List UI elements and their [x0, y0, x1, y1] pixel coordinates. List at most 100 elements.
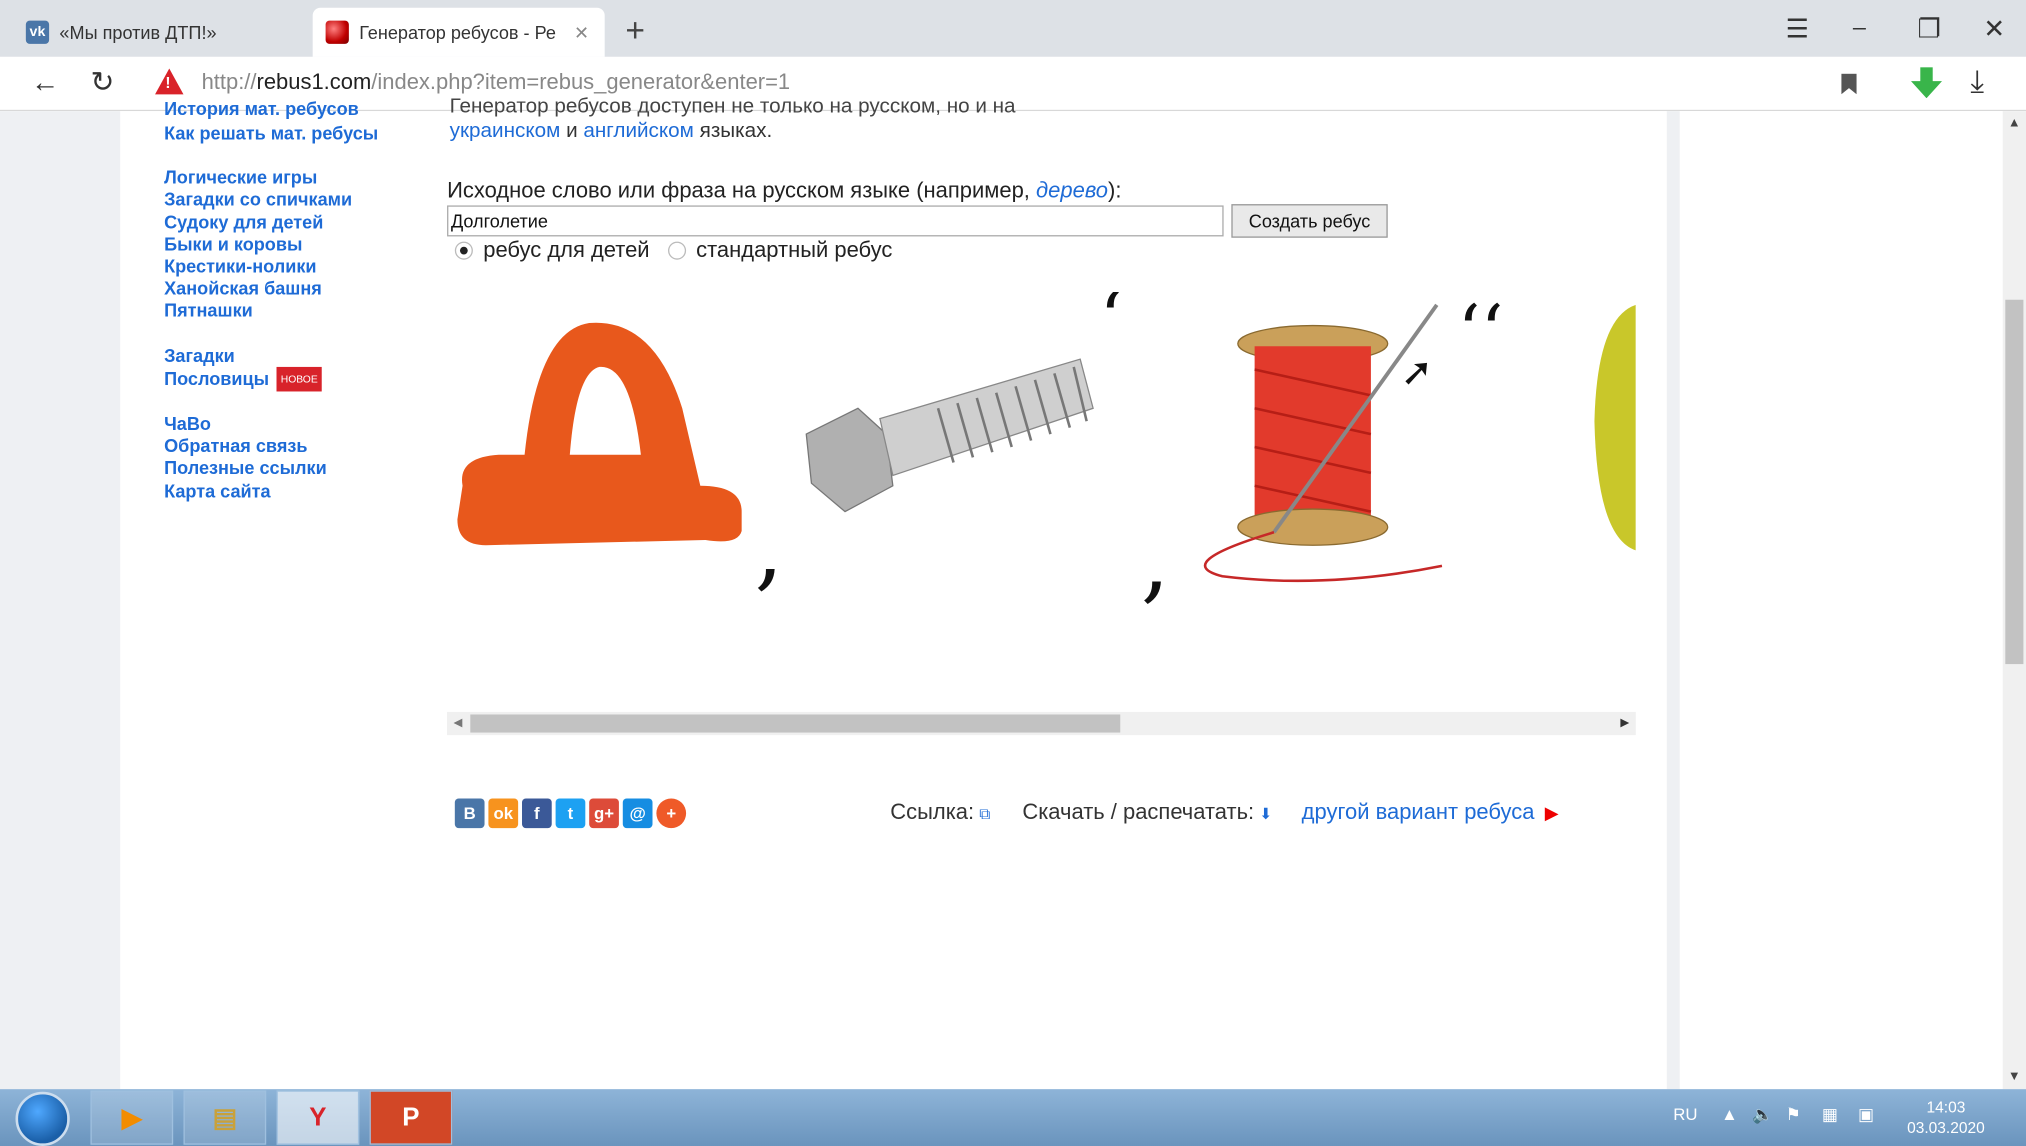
link-ukrainian[interactable]: украинском	[450, 120, 561, 142]
rebus-type-radios: ребус для детей стандартный ребус	[454, 238, 892, 264]
tab-my-protiv-dtp[interactable]: vk «Мы против ДТП!»	[13, 8, 308, 57]
sidebar-item-fifteen[interactable]: Пятнашки	[164, 300, 435, 322]
url-path: /index.php?item=rebus_generator&enter=1	[371, 69, 791, 95]
tab-label: «Мы против ДТП!»	[59, 21, 217, 43]
tab-rebus-generator[interactable]: Генератор ребусов - Ре ✕	[312, 7, 605, 57]
social-share-buttons: B ok f t g+ @ +	[454, 798, 687, 829]
language-indicator[interactable]: RU	[1673, 1105, 1697, 1124]
sidebar-item-logic-games[interactable]: Логические игры	[164, 167, 435, 189]
download-manager-icon[interactable]	[1911, 67, 1943, 99]
mail-share-icon[interactable]: @	[622, 798, 653, 829]
reversed-comma-1: ‘	[1100, 292, 1123, 362]
scroll-right-arrow[interactable]: ▶	[1620, 716, 1629, 730]
external-link-icon[interactable]: ⧉	[979, 805, 990, 823]
network-icon[interactable]: ▦	[1822, 1105, 1838, 1126]
googleplus-share-icon[interactable]: g+	[589, 798, 619, 829]
partial-next-image	[1594, 304, 1636, 551]
sidebar-item-faq[interactable]: ЧаВо	[164, 413, 435, 435]
yandex-icon[interactable]: Y	[276, 1090, 360, 1145]
rebus-actions: Ссылка: ⧉ Скачать / распечатать: ⬇ другой …	[890, 800, 1558, 826]
minimize-button[interactable]: ⎯	[1853, 13, 1866, 43]
sidebar-item-sitemap[interactable]: Карта сайта	[164, 480, 435, 502]
flag-icon[interactable]: ⚑	[1786, 1105, 1801, 1126]
source-word-label: Исходное слово или фраза на русском язык…	[447, 178, 1121, 204]
horizontal-scrollbar[interactable]: ◀ ▶	[447, 711, 1636, 736]
tray-expand-icon[interactable]: ▲	[1721, 1105, 1738, 1124]
time: 14:03	[1926, 1098, 1966, 1117]
vk-share-icon[interactable]: B	[454, 798, 485, 829]
insecure-warning-icon[interactable]	[155, 68, 184, 95]
scroll-left-arrow[interactable]: ◀	[454, 716, 463, 730]
scroll-thumb[interactable]	[470, 714, 1121, 733]
sidebar-item-riddles[interactable]: Загадки	[164, 344, 435, 366]
intro-text-cut: Генератор ребусов доступен не только на …	[449, 95, 1016, 118]
more-share-icon[interactable]: +	[656, 798, 687, 829]
close-window-button[interactable]: ✕	[1983, 13, 2005, 45]
screen: vk «Мы против ДТП!» Генератор ребусов - …	[0, 0, 2026, 1146]
link-english[interactable]: английском	[583, 120, 693, 142]
facebook-share-icon[interactable]: f	[522, 798, 552, 829]
media-player-icon[interactable]: ▶	[90, 1090, 174, 1145]
sidebar-item-proverbs[interactable]: Пословицы НОВОЕ	[164, 366, 435, 392]
url-scheme: http://	[201, 69, 257, 95]
bolt-image	[805, 358, 1094, 513]
vertical-scroll-thumb[interactable]	[2005, 299, 2024, 665]
radio-kids-label[interactable]: ребус для детей	[483, 238, 649, 264]
other-variant-link[interactable]: другой вариант ребуса	[1302, 800, 1535, 825]
scroll-down-arrow[interactable]: ▼	[2008, 1070, 2021, 1084]
site-icon	[325, 20, 349, 44]
new-badge: НОВОЕ	[276, 366, 322, 392]
close-tab-icon[interactable]: ✕	[574, 22, 589, 44]
languages-line: украинском и английском языках.	[450, 120, 773, 143]
bookmark-icon[interactable]	[1841, 73, 1857, 95]
spool-image	[1203, 303, 1443, 583]
example-link[interactable]: дерево	[1036, 178, 1108, 203]
clock[interactable]: 14:03 03.03.2020	[1907, 1097, 1985, 1138]
languages-tail: языках.	[699, 120, 773, 143]
back-button[interactable]: ←	[31, 66, 59, 100]
windows-taskbar: ▶ ▤ Y P RU ▲ 🔈 ⚑ ▦ ▣ 14:03 03.03.2020	[0, 1089, 2026, 1146]
new-tab-button[interactable]: +	[625, 10, 645, 50]
browser-tab-bar: vk «Мы против ДТП!» Генератор ребусов - …	[0, 0, 2026, 57]
reversed-commas-2: ‘‘	[1457, 292, 1503, 375]
downloads-icon[interactable]: ⤓	[1970, 65, 1984, 101]
url-field[interactable]: http://rebus1.com/index.php?item=rebus_g…	[202, 70, 791, 96]
radio-kids[interactable]	[454, 241, 473, 260]
clay-letter-d-image	[457, 322, 742, 546]
label-prefix: Исходное слово или фраза на русском язык…	[447, 178, 1030, 203]
arrow-pointer: ➚	[1401, 350, 1433, 395]
sidebar-item-label: Пословицы	[164, 367, 270, 389]
powerpoint-icon[interactable]: P	[369, 1090, 453, 1145]
radio-standard[interactable]	[667, 241, 686, 260]
label-suffix: ):	[1108, 178, 1122, 203]
sidebar-item-hanoi[interactable]: Ханойская башня	[164, 278, 435, 300]
restore-button[interactable]: ❐	[1917, 13, 1940, 45]
explorer-icon[interactable]: ▤	[183, 1090, 267, 1145]
reload-button[interactable]: ↻	[90, 66, 114, 100]
sidebar-nav: История мат. ребусов Как решать мат. реб…	[164, 98, 435, 502]
sidebar-item-tictactoe[interactable]: Крестики-нолики	[164, 256, 435, 278]
sidebar-item-solve-math[interactable]: Как решать мат. ребусы	[164, 123, 435, 145]
play-arrow-icon[interactable]: ▶	[1545, 802, 1559, 823]
download-icon[interactable]: ⬇	[1259, 805, 1272, 823]
sidebar-item-matches[interactable]: Загадки со спичками	[164, 189, 435, 211]
sidebar-item-sudoku[interactable]: Судоку для детей	[164, 211, 435, 233]
sidebar-item-math-history[interactable]: История мат. ребусов	[164, 98, 359, 120]
scroll-up-arrow[interactable]: ▲	[2008, 116, 2021, 130]
radio-standard-label[interactable]: стандартный ребус	[696, 238, 892, 264]
twitter-share-icon[interactable]: t	[555, 798, 586, 829]
rebus-image: , ‘ , ‘‘ ➚	[457, 292, 1636, 614]
vertical-scrollbar[interactable]: ▲ ▼	[2002, 111, 2026, 1090]
sidebar-item-useful-links[interactable]: Полезные ссылки	[164, 458, 435, 480]
sidebar-item-feedback[interactable]: Обратная связь	[164, 436, 435, 458]
odnoklassniki-share-icon[interactable]: ok	[488, 798, 519, 829]
sidebar-item-bulls-cows[interactable]: Быки и коровы	[164, 234, 435, 256]
start-button[interactable]	[15, 1091, 70, 1146]
create-rebus-button[interactable]: Создать ребус	[1231, 204, 1388, 238]
volume-icon[interactable]: 🔈	[1752, 1105, 1773, 1126]
menu-icon[interactable]: ☰	[1786, 13, 1809, 45]
notification-icon[interactable]: ▣	[1858, 1105, 1874, 1126]
source-word-input[interactable]: Долголетие	[447, 205, 1224, 237]
page-content: История мат. ребусов Как решать мат. реб…	[0, 96, 2026, 1090]
vk-icon: vk	[25, 20, 50, 44]
